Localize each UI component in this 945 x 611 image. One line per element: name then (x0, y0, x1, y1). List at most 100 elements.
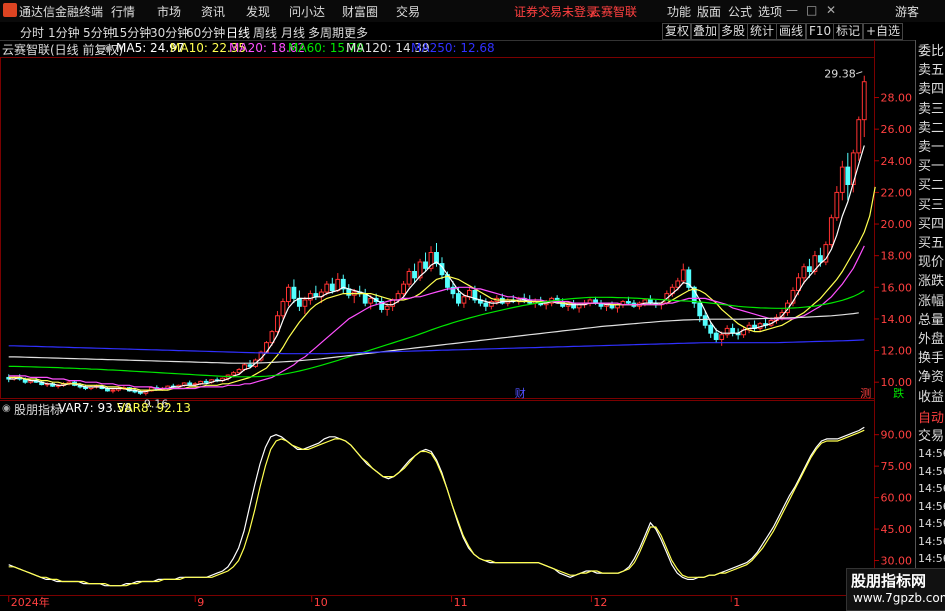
watermark-url: www.7gpzb.com (853, 591, 945, 605)
menu-news[interactable]: 资讯 (201, 3, 225, 20)
xtick-label: 11 (454, 596, 468, 609)
high-arrow (856, 71, 863, 75)
main-ytick-label: 18.00 (881, 250, 913, 263)
menu-formula[interactable]: 公式 (728, 3, 752, 20)
indicator-line-var8 (8, 429, 865, 587)
panel-label-9: 买四 (918, 216, 945, 232)
draw-line-button[interactable]: 画线 (776, 23, 807, 40)
menu-quotes[interactable]: 行情 (111, 3, 135, 20)
panel-label-5: 卖一 (918, 140, 945, 155)
sub-ytick-label: 60.00 (881, 492, 913, 505)
multi-stock-button[interactable]: 多股 (718, 23, 749, 40)
candle-body (828, 217, 834, 246)
candle-body (713, 332, 719, 340)
period-15min[interactable]: 15分钟 (112, 24, 151, 41)
user-label[interactable]: 游客 (895, 3, 919, 20)
panel-label-14: 总量 (918, 312, 945, 328)
menu-trade[interactable]: 交易 (396, 3, 420, 20)
candle-body (280, 301, 286, 317)
overlay-button[interactable]: 叠加 (690, 23, 721, 40)
menu-options[interactable]: 选项 (758, 3, 782, 20)
main-ytick-label: 12.00 (881, 345, 913, 358)
candle-body (730, 327, 736, 334)
panel-trade-6: 14:56 (918, 517, 945, 530)
main-ytick-label: 14.00 (881, 313, 913, 326)
panel-trade-1: 交易 (918, 428, 945, 444)
minimize-icon[interactable]: — (786, 3, 798, 17)
f10-button[interactable]: F10 (806, 23, 835, 40)
period-30min[interactable]: 30分钟 (150, 24, 189, 41)
panel-label-15: 外盘 (918, 332, 945, 347)
ma-line-ma120 (8, 312, 859, 364)
candle-body (626, 301, 631, 304)
stats-button[interactable]: 统计 (747, 23, 778, 40)
candle-body (719, 334, 725, 340)
period-multi[interactable]: 多周期 (308, 24, 344, 41)
kline-chart[interactable]: 10.0012.0014.0016.0018.0020.0022.0024.00… (0, 40, 915, 609)
period-60min[interactable]: 60分钟 (186, 24, 225, 41)
candle-body (275, 315, 280, 333)
restore-icon[interactable]: □ (806, 3, 817, 17)
panel-label-2: 卖四 (918, 82, 945, 98)
candle-body (302, 299, 308, 307)
candle-body (483, 302, 489, 307)
menu-layout[interactable]: 版面 (697, 3, 721, 20)
add-watchlist-button[interactable]: +自选 (863, 23, 904, 40)
candle-body (702, 315, 708, 326)
panel-label-13: 涨幅 (918, 293, 945, 309)
sub-indicator-header: ◉ 股朋指标 VAR7: 93.58 VAR8: 92.13 (0, 400, 875, 418)
period-1min[interactable]: 1分钟 (48, 24, 80, 41)
sub-indicator-name[interactable]: 股朋指标 (14, 401, 62, 418)
panel-trade-4: 14:56 (918, 482, 945, 495)
mark-button[interactable]: 标记 (833, 23, 864, 40)
ma-line-ma20 (8, 245, 865, 390)
panel-label-16: 换手 (918, 351, 945, 367)
candle-body (845, 166, 851, 186)
candle-body (571, 302, 577, 309)
panel-label-12: 涨跌 (918, 274, 945, 290)
candle-body (806, 266, 812, 272)
adjust-button[interactable]: 复权 (662, 23, 693, 40)
period-more[interactable]: 更多 (344, 24, 368, 41)
candle-body (335, 278, 341, 291)
candle-body (817, 255, 823, 263)
main-ytick-label: 20.00 (881, 218, 913, 231)
panel-label-3: 卖三 (918, 101, 945, 117)
panel-trade-3: 14:56 (918, 464, 945, 478)
panel-label-6: 买一 (918, 159, 945, 175)
period-intraday[interactable]: 分时 (20, 24, 44, 41)
main-ytick-label: 26.00 (881, 123, 913, 136)
menu-wealth[interactable]: 财富圈 (342, 3, 378, 20)
candle-body (384, 305, 390, 310)
candle-body (236, 369, 242, 374)
panel-label-4: 卖二 (918, 120, 945, 136)
stock-name-notice: 云赛智联 (589, 5, 638, 19)
menu-functions[interactable]: 功能 (667, 3, 691, 20)
var8-label: VAR8: 92.13 (117, 401, 191, 415)
app-logo-icon (3, 3, 17, 17)
sub-indicator-dropdown-icon[interactable]: ◉ (2, 403, 11, 414)
candle-body (456, 293, 461, 304)
panel-trade-0[interactable]: 自动 (918, 410, 944, 428)
period-monthly[interactable]: 月线 (281, 24, 305, 41)
candle-body (368, 297, 374, 304)
period-5min[interactable]: 5分钟 (83, 24, 115, 41)
candle-body (187, 382, 193, 386)
menu-discover[interactable]: 发现 (246, 3, 270, 20)
login-notice[interactable]: 证券交易未登录 (514, 3, 598, 20)
close-icon[interactable]: ✕ (826, 3, 836, 17)
main-chart-frame (0, 57, 875, 399)
annotation-label: 跌 (893, 386, 904, 400)
period-weekly[interactable]: 周线 (253, 24, 277, 41)
candle-body (231, 372, 237, 376)
menu-bar: 通达信金融终端 行情 市场 资讯 发现 问小达 财富圈 交易 证券交易未登录 云… (0, 0, 945, 23)
panel-label-1: 卖五 (918, 63, 945, 79)
period-daily[interactable]: 日线 (226, 24, 250, 41)
menu-ask[interactable]: 问小达 (289, 3, 325, 20)
candle-body (680, 269, 686, 282)
panel-label-18: 收益 (918, 389, 945, 405)
xtick-label: 9 (197, 596, 204, 609)
indicator-dropdown-icon[interactable]: ◉ (104, 43, 113, 54)
menu-market[interactable]: 市场 (157, 3, 181, 20)
panel-trade-7: 14:56 (918, 534, 945, 548)
